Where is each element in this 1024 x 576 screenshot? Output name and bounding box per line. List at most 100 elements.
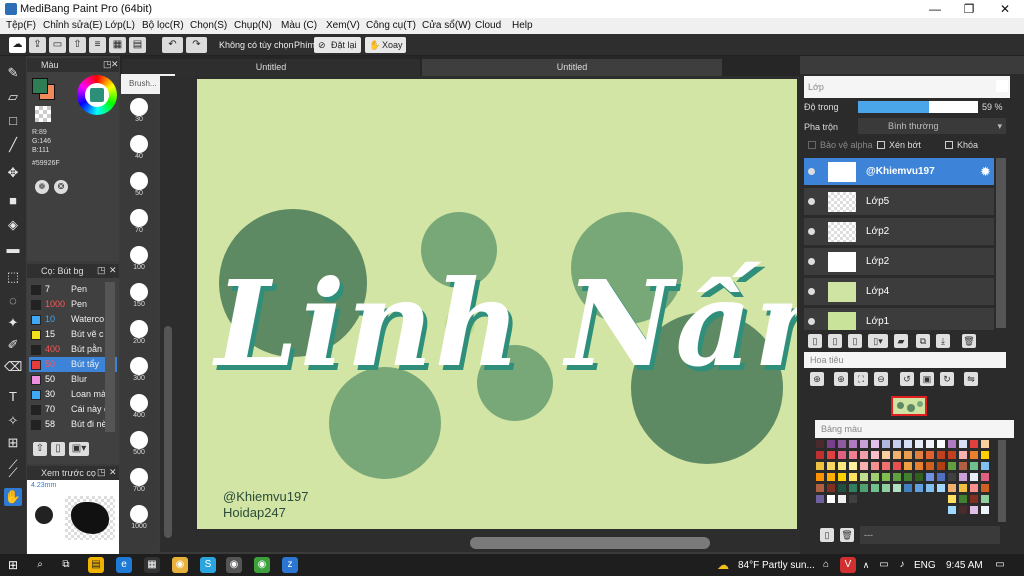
palette-swatch[interactable] <box>981 451 989 459</box>
palette-swatch[interactable] <box>937 484 945 492</box>
palette-swatch[interactable] <box>970 440 978 448</box>
palette-swatch[interactable] <box>838 440 846 448</box>
layer-row[interactable]: Lớp5 <box>804 188 994 216</box>
palette-swatch[interactable] <box>849 462 857 470</box>
palette-swatch[interactable] <box>849 495 857 503</box>
palette-swatch[interactable] <box>904 473 912 481</box>
palette-swatch[interactable] <box>937 462 945 470</box>
new-layer-8bit-icon[interactable]: ▯ <box>828 334 842 348</box>
brush-size-option[interactable]: 100 <box>121 246 157 271</box>
edge-icon[interactable]: e <box>116 557 132 573</box>
app-green-icon[interactable]: ◉ <box>254 557 270 573</box>
tiles-icon[interactable]: ▤ <box>129 37 146 53</box>
brush-item[interactable]: 1000 Pen <box>29 297 117 312</box>
close-button[interactable]: ✕ <box>988 0 1022 18</box>
layer-row[interactable]: Lớp4 <box>804 278 994 306</box>
chevron-up-icon[interactable]: ∧ <box>858 557 874 573</box>
palette-swatch[interactable] <box>970 462 978 470</box>
panel-close-icon[interactable]: ✕ <box>109 467 117 478</box>
eraser-icon[interactable]: ▱ <box>4 88 22 106</box>
brush-size-option[interactable]: 500 <box>121 431 157 456</box>
duplicate-icon[interactable]: ⧉ <box>916 334 930 348</box>
brush-size-option[interactable]: 30 <box>121 98 157 123</box>
menu-filter[interactable]: Bộ lọc(R) <box>142 20 184 31</box>
redo-icon[interactable]: ↷ <box>186 37 207 53</box>
palette-swatch[interactable] <box>926 462 934 470</box>
zoom-out-icon[interactable]: ⊖ <box>874 372 888 386</box>
palette-swatch[interactable] <box>838 495 846 503</box>
panel-close-icon[interactable]: ✕ <box>109 265 117 276</box>
brush-size-option[interactable]: 300 <box>121 357 157 382</box>
merge-icon[interactable]: ⤓ <box>936 334 950 348</box>
new-layer-icon[interactable]: ▯ <box>808 334 822 348</box>
palette-swatch[interactable] <box>926 451 934 459</box>
line-icon[interactable]: ╱ <box>4 136 22 154</box>
visibility-icon[interactable] <box>808 318 815 325</box>
rotate-left-icon[interactable]: ↺ <box>900 372 914 386</box>
menu-file[interactable]: Tệp(F) <box>6 20 36 31</box>
palette-swatch[interactable] <box>860 462 868 470</box>
layer-row[interactable]: Lớp2 <box>804 248 994 276</box>
clipping-checkbox[interactable] <box>877 141 885 149</box>
visibility-icon[interactable] <box>808 228 815 235</box>
palette-swatch[interactable] <box>948 484 956 492</box>
palette-swatch[interactable] <box>871 484 879 492</box>
brush-size-option[interactable]: 50 <box>121 172 157 197</box>
store-icon[interactable]: ▦ <box>144 557 160 573</box>
palette-swatch[interactable] <box>882 440 890 448</box>
select-icon[interactable]: ⬚ <box>4 268 22 286</box>
palette-icon[interactable]: ❁ <box>35 180 49 194</box>
palette-swatch[interactable] <box>981 440 989 448</box>
network-icon[interactable]: ▭ <box>876 557 892 573</box>
zalo-icon[interactable]: z <box>282 557 298 573</box>
comment-icon[interactable]: ▭ <box>49 37 66 53</box>
brush-scrollbar[interactable] <box>105 282 115 432</box>
palette-swatch[interactable] <box>981 473 989 481</box>
fill-shape-icon[interactable]: ■ <box>4 192 22 210</box>
vertical-scrollbar[interactable] <box>164 326 172 538</box>
menu-color[interactable]: Màu (C) <box>281 20 317 31</box>
brush-size-option[interactable]: 70 <box>121 209 157 234</box>
palette-swatch[interactable] <box>937 473 945 481</box>
palette-swatch[interactable] <box>981 495 989 503</box>
maximize-button[interactable]: ❐ <box>952 0 986 18</box>
brush-item[interactable]: 10 Waterco <box>29 312 117 327</box>
palette-swatch[interactable] <box>893 462 901 470</box>
rotate-button[interactable]: ✋ Xoay <box>365 37 406 53</box>
palette-swatch[interactable] <box>959 462 967 470</box>
visibility-icon[interactable] <box>808 288 815 295</box>
palette-swatch[interactable] <box>827 495 835 503</box>
document-icon[interactable]: ≡ <box>89 37 106 53</box>
rotate-right-icon[interactable]: ↻ <box>940 372 954 386</box>
palette-swatch[interactable] <box>893 440 901 448</box>
visibility-icon[interactable] <box>808 258 815 265</box>
palette-swatch[interactable] <box>860 451 868 459</box>
visibility-icon[interactable] <box>808 198 815 205</box>
palette-swatch[interactable] <box>871 440 879 448</box>
windows-start-icon[interactable]: ⊞ <box>5 557 21 573</box>
palette-swatch[interactable] <box>816 484 824 492</box>
palette-swatch[interactable] <box>827 440 835 448</box>
language-indicator[interactable]: ENG <box>914 560 936 571</box>
transparent-color-swatch[interactable] <box>35 106 51 122</box>
palette-swatch[interactable] <box>948 440 956 448</box>
float-icon[interactable]: ◳ <box>97 265 106 276</box>
palette-swatch[interactable] <box>948 506 956 514</box>
palette-swatch[interactable] <box>882 473 890 481</box>
palette-swatch[interactable] <box>893 473 901 481</box>
share-icon[interactable]: ⇪ <box>29 37 46 53</box>
float-icon[interactable]: ◳ <box>97 467 106 478</box>
palette-swatch[interactable] <box>981 506 989 514</box>
brush-new-icon[interactable]: ▯ <box>51 442 65 456</box>
menu-tools[interactable]: Công cụ(T) <box>366 20 416 31</box>
palette-swatch[interactable] <box>893 484 901 492</box>
palette-swatch[interactable] <box>838 484 846 492</box>
clock[interactable]: 9:45 AM <box>946 560 983 571</box>
palette-swatch[interactable] <box>959 484 967 492</box>
undo-icon[interactable]: ↶ <box>162 37 183 53</box>
brush-item[interactable]: 7 Pen <box>29 282 117 297</box>
brush-add-icon[interactable]: ⇧ <box>33 442 47 456</box>
search-icon[interactable]: ⌕ <box>32 557 48 573</box>
brush-item[interactable]: 15 Bút vẽ c <box>29 327 117 342</box>
hand-tool-icon[interactable]: ✋ <box>4 488 22 506</box>
